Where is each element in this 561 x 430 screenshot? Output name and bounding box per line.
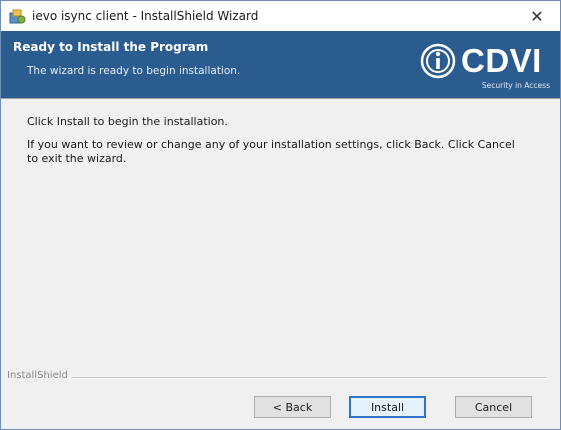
cdvi-logo: CDVI Security in Access — [420, 39, 550, 95]
window-title: ievo isync client - InstallShield Wizard — [32, 9, 259, 23]
instruction-text: Click Install to begin the installation. — [27, 115, 228, 128]
cdvi-logo-icon — [420, 43, 456, 79]
cancel-button[interactable]: Cancel — [455, 396, 532, 418]
close-button[interactable]: ✕ — [514, 1, 560, 31]
installer-icon — [9, 8, 26, 25]
wizard-content: Click Install to begin the installation.… — [1, 99, 560, 371]
close-icon: ✕ — [530, 6, 544, 26]
logo-brand: CDVI — [461, 42, 542, 79]
install-button[interactable]: Install — [349, 396, 426, 418]
title-bar: ievo isync client - InstallShield Wizard… — [1, 1, 560, 31]
logo-tagline: Security in Access — [481, 81, 550, 90]
footer-divider — [7, 377, 547, 379]
back-button[interactable]: < Back — [254, 396, 331, 418]
review-text: If you want to review or change any of y… — [27, 138, 515, 165]
installshield-label: InstallShield — [7, 370, 72, 381]
banner-subtitle: The wizard is ready to begin installatio… — [27, 65, 241, 77]
installshield-wizard-window: ievo isync client - InstallShield Wizard… — [0, 0, 561, 430]
wizard-banner: Ready to Install the Program The wizard … — [1, 31, 560, 98]
banner-title: Ready to Install the Program — [13, 40, 209, 54]
